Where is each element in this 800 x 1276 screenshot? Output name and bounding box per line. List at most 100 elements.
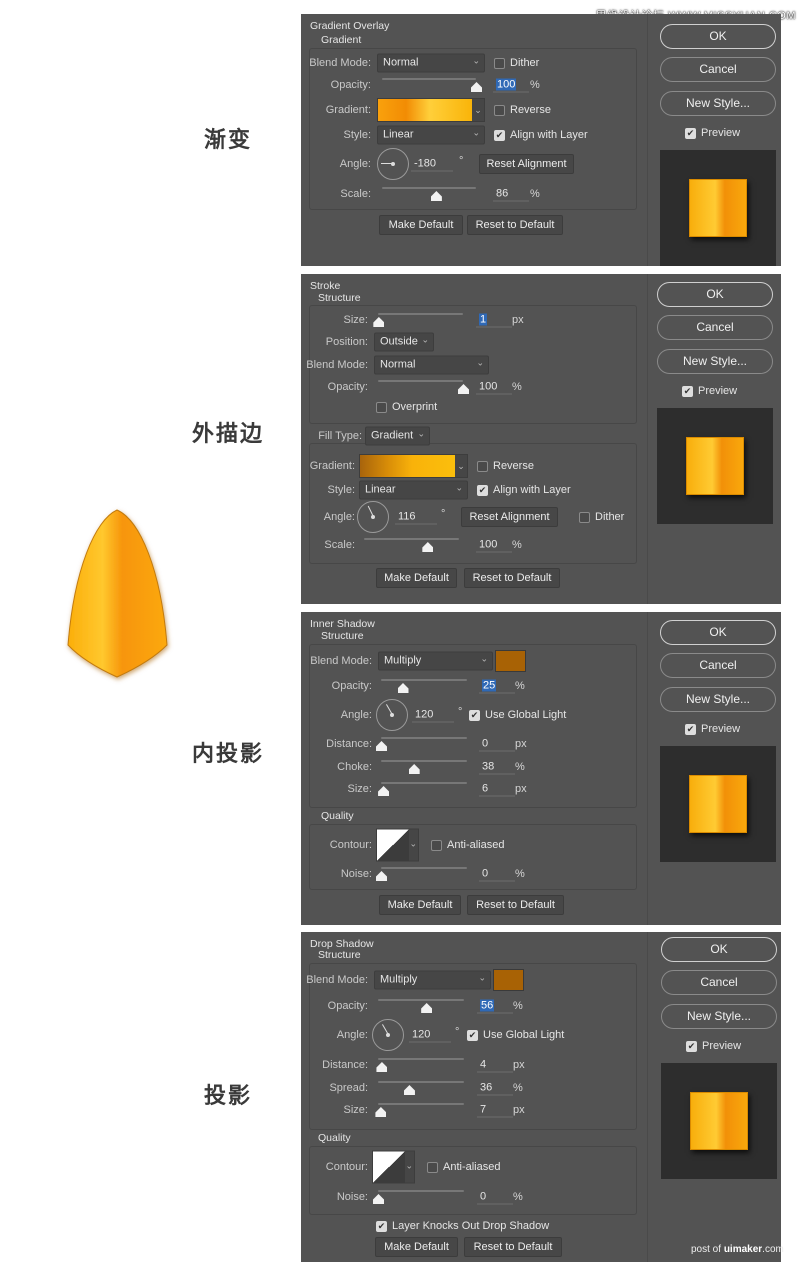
opacity-input[interactable]: 56	[477, 999, 513, 1014]
ok-button[interactable]: OK	[657, 282, 773, 307]
distance-input[interactable]: 4	[477, 1058, 513, 1073]
reset-to-default-button[interactable]: Reset to Default	[464, 1237, 562, 1257]
preview-checkbox[interactable]: ✔ Preview	[685, 723, 740, 735]
angle-input[interactable]: -180	[411, 157, 453, 172]
scale-input[interactable]: 100	[476, 538, 512, 553]
checkbox-box[interactable]: ✔	[477, 484, 488, 496]
size-input[interactable]: 7	[477, 1103, 513, 1118]
dither-checkbox[interactable]: Dither	[494, 57, 539, 69]
checkbox-box[interactable]: ✔	[467, 1029, 478, 1041]
chevron-down-icon[interactable]: ⌄	[455, 455, 467, 477]
new-style-button[interactable]: New Style...	[660, 687, 776, 712]
opacity-slider-track[interactable]	[382, 78, 476, 80]
reset-alignment-button[interactable]: Reset Alignment	[461, 507, 558, 527]
preview-checkbox[interactable]: ✔ Preview	[682, 385, 737, 397]
preview-checkbox[interactable]: ✔ Preview	[685, 127, 740, 139]
spread-input[interactable]: 36	[477, 1081, 513, 1096]
noise-slider-track[interactable]	[378, 1190, 464, 1192]
reset-to-default-button[interactable]: Reset to Default	[467, 215, 563, 235]
style-select[interactable]: Linear ⌄	[377, 125, 485, 145]
ok-button[interactable]: OK	[661, 937, 777, 962]
checkbox-box[interactable]	[376, 401, 387, 413]
position-select[interactable]: Outside ⌄	[374, 332, 434, 352]
scale-input[interactable]: 86	[493, 187, 529, 202]
angle-input[interactable]: 120	[409, 1028, 451, 1043]
gradient-swatch[interactable]	[360, 455, 455, 477]
angle-input[interactable]: 116	[395, 510, 437, 525]
angle-dial[interactable]	[357, 501, 389, 533]
checkbox-box[interactable]: ✔	[686, 1040, 697, 1052]
cancel-button[interactable]: Cancel	[661, 970, 777, 995]
angle-dial[interactable]	[377, 148, 409, 180]
distance-slider-track[interactable]	[378, 1058, 464, 1060]
anti-aliased-checkbox[interactable]: Anti-aliased	[427, 1161, 500, 1173]
checkbox-box[interactable]: ✔	[685, 127, 696, 139]
new-style-button[interactable]: New Style...	[660, 91, 776, 116]
noise-slider-track[interactable]	[381, 867, 467, 869]
noise-input[interactable]: 0	[479, 867, 515, 882]
size-slider-track[interactable]	[381, 782, 467, 784]
dither-checkbox[interactable]: Dither	[579, 511, 624, 523]
gradient-picker[interactable]: ⌄	[359, 454, 468, 478]
checkbox-box[interactable]: ✔	[682, 385, 693, 397]
fill-type-select[interactable]: Gradient ⌄	[365, 426, 430, 446]
reverse-checkbox[interactable]: Reverse	[494, 104, 551, 116]
make-default-button[interactable]: Make Default	[375, 1237, 458, 1257]
align-with-layer-checkbox[interactable]: ✔ Align with Layer	[494, 129, 588, 141]
choke-slider-track[interactable]	[381, 760, 467, 762]
make-default-button[interactable]: Make Default	[376, 568, 457, 588]
new-style-button[interactable]: New Style...	[657, 349, 773, 374]
overprint-checkbox[interactable]: Overprint	[376, 401, 437, 413]
preview-checkbox[interactable]: ✔ Preview	[686, 1040, 741, 1052]
scale-slider-track[interactable]	[364, 538, 459, 540]
opacity-slider-track[interactable]	[378, 380, 463, 382]
contour-picker[interactable]: ⌄	[372, 1150, 415, 1184]
spread-slider-track[interactable]	[378, 1081, 464, 1083]
distance-input[interactable]: 0	[479, 737, 515, 752]
opacity-input[interactable]: 25	[479, 679, 515, 694]
checkbox-box[interactable]: ✔	[494, 129, 505, 141]
noise-input[interactable]: 0	[477, 1190, 513, 1205]
blend-mode-select[interactable]: Normal ⌄	[374, 355, 489, 375]
reset-to-default-button[interactable]: Reset to Default	[467, 895, 564, 915]
contour-picker[interactable]: ⌄	[376, 828, 419, 862]
style-select[interactable]: Linear ⌄	[359, 480, 468, 500]
use-global-light-checkbox[interactable]: ✔ Use Global Light	[467, 1029, 564, 1041]
blend-mode-select[interactable]: Multiply ⌄	[374, 970, 491, 990]
checkbox-box[interactable]: ✔	[469, 709, 480, 721]
checkbox-box[interactable]	[579, 511, 590, 523]
reset-alignment-button[interactable]: Reset Alignment	[479, 154, 574, 174]
gradient-swatch[interactable]	[378, 99, 472, 121]
angle-dial[interactable]	[376, 699, 408, 731]
choke-input[interactable]: 38	[479, 760, 515, 775]
anti-aliased-checkbox[interactable]: Anti-aliased	[431, 839, 504, 851]
make-default-button[interactable]: Make Default	[379, 895, 461, 915]
shadow-color-swatch[interactable]	[495, 650, 526, 672]
blend-mode-select[interactable]: Normal ⌄	[377, 53, 485, 73]
chevron-down-icon[interactable]: ⌄	[472, 99, 484, 121]
checkbox-box[interactable]	[427, 1161, 438, 1173]
blend-mode-select[interactable]: Multiply ⌄	[378, 651, 493, 671]
opacity-slider-track[interactable]	[381, 679, 467, 681]
opacity-input[interactable]: 100	[476, 380, 512, 395]
size-slider-track[interactable]	[378, 313, 463, 315]
size-input[interactable]: 1	[476, 313, 512, 328]
checkbox-box[interactable]	[494, 104, 505, 116]
opacity-input[interactable]: 100	[493, 78, 529, 93]
opacity-slider-track[interactable]	[378, 999, 464, 1001]
checkbox-box[interactable]	[431, 839, 442, 851]
checkbox-box[interactable]	[494, 57, 505, 69]
cancel-button[interactable]: Cancel	[660, 57, 776, 82]
use-global-light-checkbox[interactable]: ✔ Use Global Light	[469, 709, 566, 721]
shadow-color-swatch[interactable]	[493, 969, 524, 991]
align-with-layer-checkbox[interactable]: ✔ Align with Layer	[477, 484, 571, 496]
reverse-checkbox[interactable]: Reverse	[477, 460, 534, 472]
ok-button[interactable]: OK	[660, 620, 776, 645]
ok-button[interactable]: OK	[660, 24, 776, 49]
checkbox-box[interactable]: ✔	[685, 723, 696, 735]
size-input[interactable]: 6	[479, 782, 515, 797]
distance-slider-track[interactable]	[381, 737, 467, 739]
cancel-button[interactable]: Cancel	[660, 653, 776, 678]
make-default-button[interactable]: Make Default	[379, 215, 463, 235]
size-slider-track[interactable]	[378, 1103, 464, 1105]
